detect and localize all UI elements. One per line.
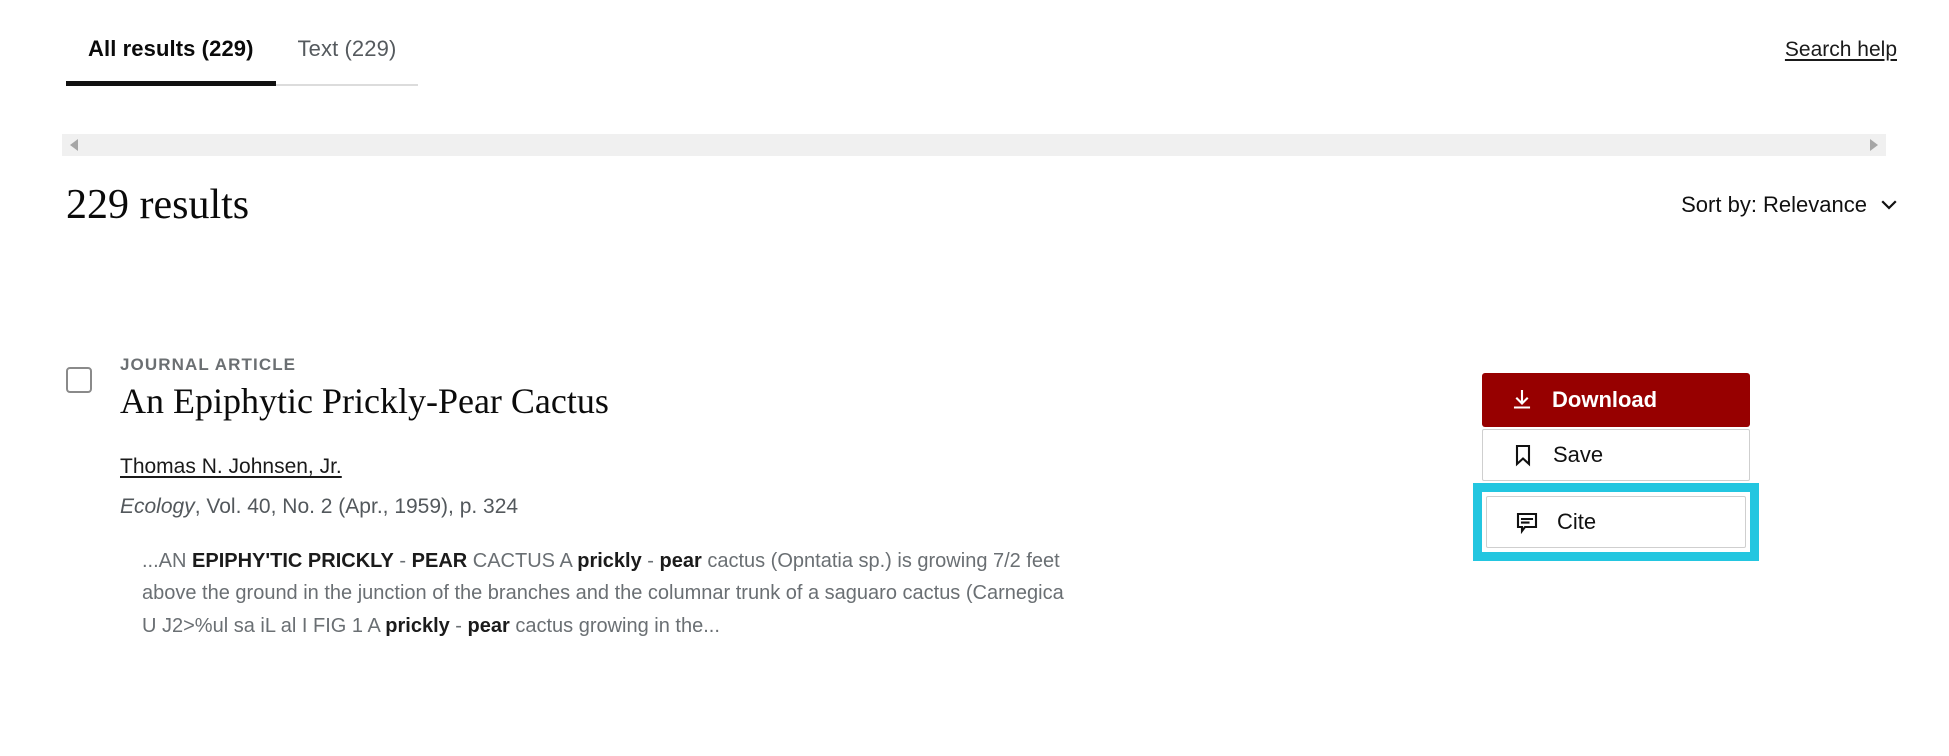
results-header: 229 results Sort by: Relevance [66, 182, 1897, 228]
chevron-down-icon [1881, 200, 1897, 210]
result-type-label: JOURNAL ARTICLE [120, 355, 297, 374]
save-button[interactable]: Save [1482, 429, 1750, 481]
tab-text[interactable]: Text (229) [275, 36, 419, 86]
result-citation-details: , Vol. 40, No. 2 (Apr., 1959), p. 324 [194, 494, 519, 518]
snippet-text: - [641, 549, 660, 572]
result-journal-title: Ecology [120, 494, 195, 518]
snippet-text: - [393, 549, 412, 572]
result-snippet: ...AN EPIPHY'TIC PRICKLY - PEAR CACTUS A… [120, 545, 1080, 642]
snippet-text: ...AN [142, 549, 193, 572]
snippet-text: CACTUS A [467, 549, 578, 572]
snippet-match: EPIPHY'TIC PRICKLY [192, 549, 394, 572]
sort-by-label: Sort by: Relevance [1681, 192, 1867, 218]
snippet-text: cactus growing in the... [509, 614, 720, 637]
snippet-match: pear [659, 549, 702, 572]
snippet-match: pear [467, 614, 510, 637]
save-button-label: Save [1553, 442, 1604, 467]
results-count: 229 results [66, 182, 250, 228]
download-button-label: Download [1552, 387, 1658, 412]
results-tabs: All results (229) Text (229) [66, 36, 419, 86]
result-checkbox[interactable] [66, 367, 92, 393]
cite-highlight-box: Cite [1473, 483, 1759, 561]
sort-by-dropdown[interactable]: Sort by: Relevance [1681, 192, 1897, 218]
download-button[interactable]: Download [1482, 373, 1750, 427]
download-icon [1513, 389, 1531, 409]
scroll-left-arrow-icon[interactable] [70, 139, 78, 151]
result-actions: Download Save Cite [1473, 373, 1759, 561]
result-authors-link[interactable]: Thomas N. Johnsen, Jr. [120, 455, 342, 479]
cite-button-label: Cite [1557, 509, 1597, 534]
snippet-match: prickly [385, 614, 450, 637]
search-results-page: All results (229) Text (229) Search help… [0, 0, 1949, 756]
results-tabs-bar: All results (229) Text (229) Search help [66, 36, 1897, 98]
cite-quote-icon [1516, 512, 1538, 534]
scroll-right-arrow-icon[interactable] [1870, 139, 1878, 151]
snippet-match: prickly [577, 549, 642, 572]
cite-button[interactable]: Cite [1486, 496, 1746, 548]
search-help-link[interactable]: Search help [1785, 38, 1897, 62]
horizontal-scrollbar[interactable] [62, 134, 1886, 156]
snippet-text: - [449, 614, 468, 637]
tab-all-results[interactable]: All results (229) [66, 36, 276, 86]
bookmark-icon [1515, 444, 1531, 467]
snippet-match: PEAR [411, 549, 468, 572]
